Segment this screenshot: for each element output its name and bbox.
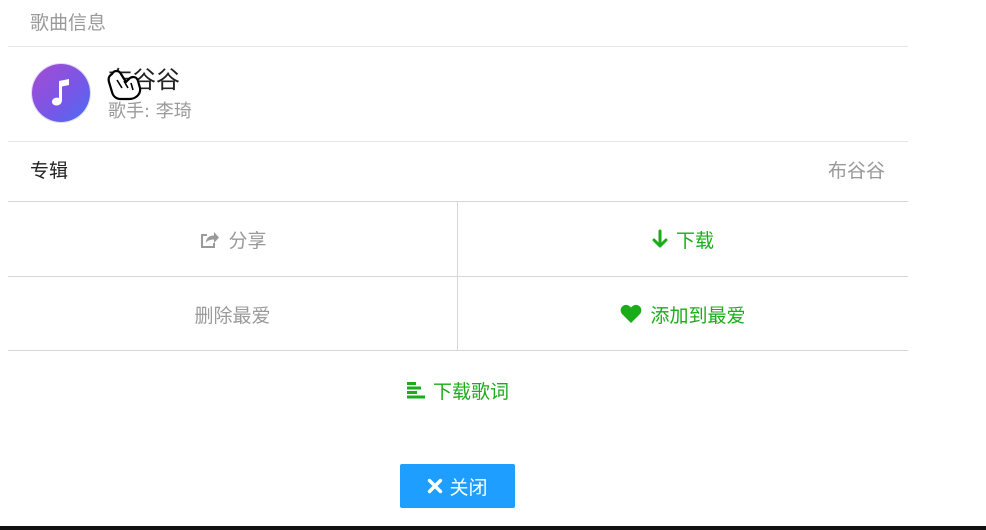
album-cover (32, 64, 90, 122)
share-icon (201, 232, 220, 248)
arrow-down-icon (652, 229, 668, 248)
action-grid: 分享 下载 删除最爱 添加到最爱 (8, 201, 908, 351)
close-label: 关闭 (449, 476, 488, 499)
section-title: 歌曲信息 (30, 12, 107, 34)
download-button[interactable]: 下载 (458, 202, 908, 276)
remove-favorite-button[interactable]: 删除最爱 (8, 277, 458, 351)
bottom-border (0, 526, 986, 530)
remove-favorite-label: 删除最爱 (194, 304, 271, 327)
song-info-panel: 歌曲信息 布谷谷 歌手: 李琦 专辑 布谷谷 分享 下载 删除最爱 添加到最爱 … (8, 0, 908, 530)
hand-cursor-icon (107, 69, 142, 101)
share-button[interactable]: 分享 (8, 202, 458, 276)
add-favorite-label: 添加到最爱 (650, 304, 746, 327)
close-icon (428, 478, 443, 494)
lyrics-icon (406, 382, 425, 399)
download-label: 下载 (675, 229, 714, 252)
add-favorite-button[interactable]: 添加到最爱 (458, 277, 908, 351)
song-row: 布谷谷 歌手: 李琦 (8, 47, 908, 141)
close-button[interactable]: 关闭 (400, 464, 515, 508)
music-note-icon (52, 79, 69, 106)
heart-icon (621, 304, 642, 323)
download-lyrics-label: 下载歌词 (432, 380, 509, 403)
album-label: 专辑 (30, 160, 69, 182)
album-row: 专辑 布谷谷 (8, 142, 908, 200)
song-artist: 歌手: 李琦 (108, 101, 192, 122)
album-value: 布谷谷 (827, 160, 885, 182)
download-lyrics-button[interactable]: 下载歌词 (8, 352, 908, 428)
share-label: 分享 (228, 229, 267, 252)
